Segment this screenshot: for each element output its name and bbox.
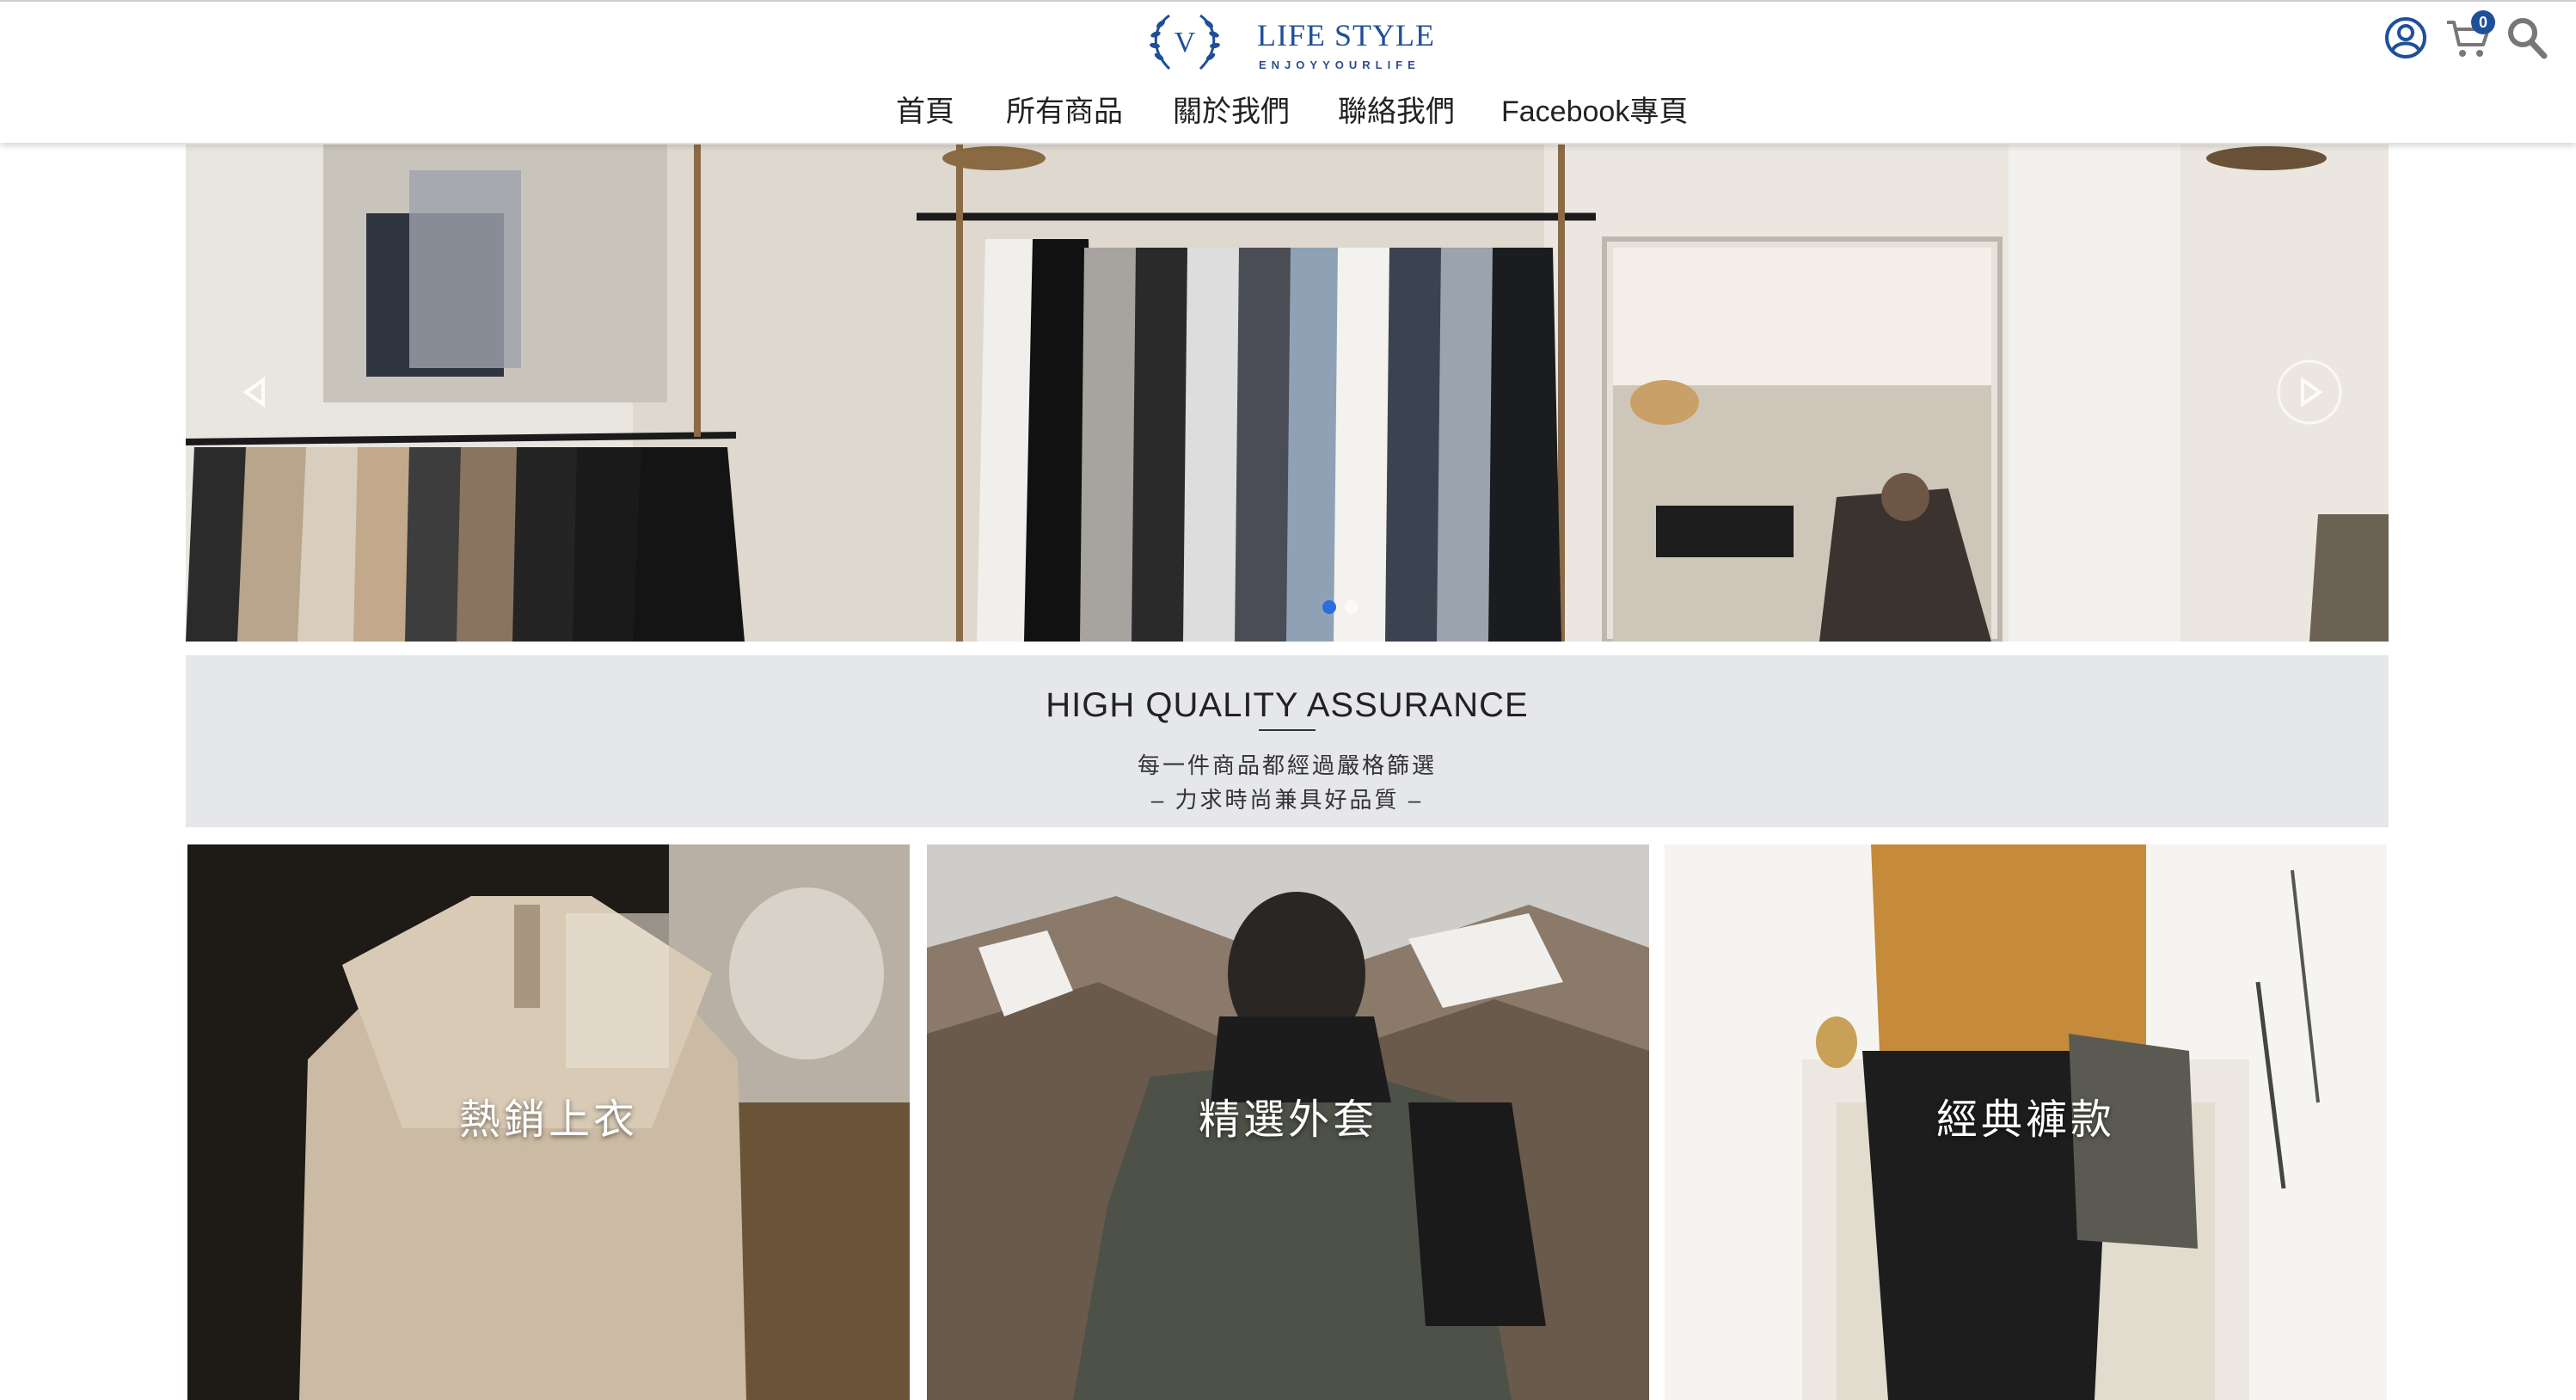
- search-icon[interactable]: [2505, 15, 2548, 60]
- category-label-tops: 熱銷上衣: [458, 1097, 638, 1143]
- nav-item-contact[interactable]: 聯絡我們: [1338, 88, 1455, 130]
- category-tile-jackets[interactable]: 精選外套: [927, 844, 1649, 1400]
- user-circle-icon[interactable]: [2383, 15, 2428, 60]
- site-header: V LIFE STYLE ENJOYYOURLIFE 首頁 所有商品 關於我們 …: [0, 0, 2576, 143]
- brand-title: LIFE STYLE: [1257, 18, 1435, 52]
- banner-text-line1: 每一件商品都經過嚴格篩選: [1137, 752, 1437, 778]
- brand-logo[interactable]: V LIFE STYLE ENJOYYOURLIFE: [1144, 9, 1436, 74]
- nav-item-about[interactable]: 關於我們: [1173, 88, 1290, 130]
- hero-slide-image: [186, 144, 2389, 642]
- banner-title: HIGH QUALITY ASSURANCE: [1046, 686, 1529, 724]
- brand-tagline: ENJOYYOURLIFE: [1259, 58, 1420, 71]
- nav-item-home[interactable]: 首頁: [896, 88, 954, 130]
- laurel-emblem-icon: V: [1150, 14, 1220, 71]
- nav-item-all-products[interactable]: 所有商品: [1006, 88, 1123, 130]
- carousel-next-icon[interactable]: [2277, 359, 2342, 425]
- category-tile-pants[interactable]: 經典褲款: [1665, 844, 2387, 1400]
- banner-text-line2: – 力求時尚兼具好品質 –: [1150, 787, 1424, 813]
- quality-banner: HIGH QUALITY ASSURANCE 每一件商品都經過嚴格篩選 – 力求…: [186, 655, 2389, 827]
- carousel-dot-1[interactable]: [1322, 600, 1336, 614]
- carousel-dot-2[interactable]: [1345, 600, 1359, 614]
- carousel-prev-icon[interactable]: [222, 359, 287, 425]
- category-tile-tops[interactable]: 熱銷上衣: [187, 844, 910, 1400]
- category-label-pants: 經典褲款: [1935, 1097, 2115, 1143]
- banner-divider: [1259, 729, 1316, 731]
- hero-carousel[interactable]: [186, 144, 2389, 642]
- main-nav: 首頁 所有商品 關於我們 聯絡我們 Facebook專頁: [0, 88, 2576, 131]
- category-label-jackets: 精選外套: [1198, 1097, 1377, 1143]
- cart-count-badge: 0: [2471, 10, 2495, 34]
- nav-item-facebook[interactable]: Facebook專頁: [1501, 88, 1688, 130]
- emblem-letter: V: [1175, 27, 1196, 58]
